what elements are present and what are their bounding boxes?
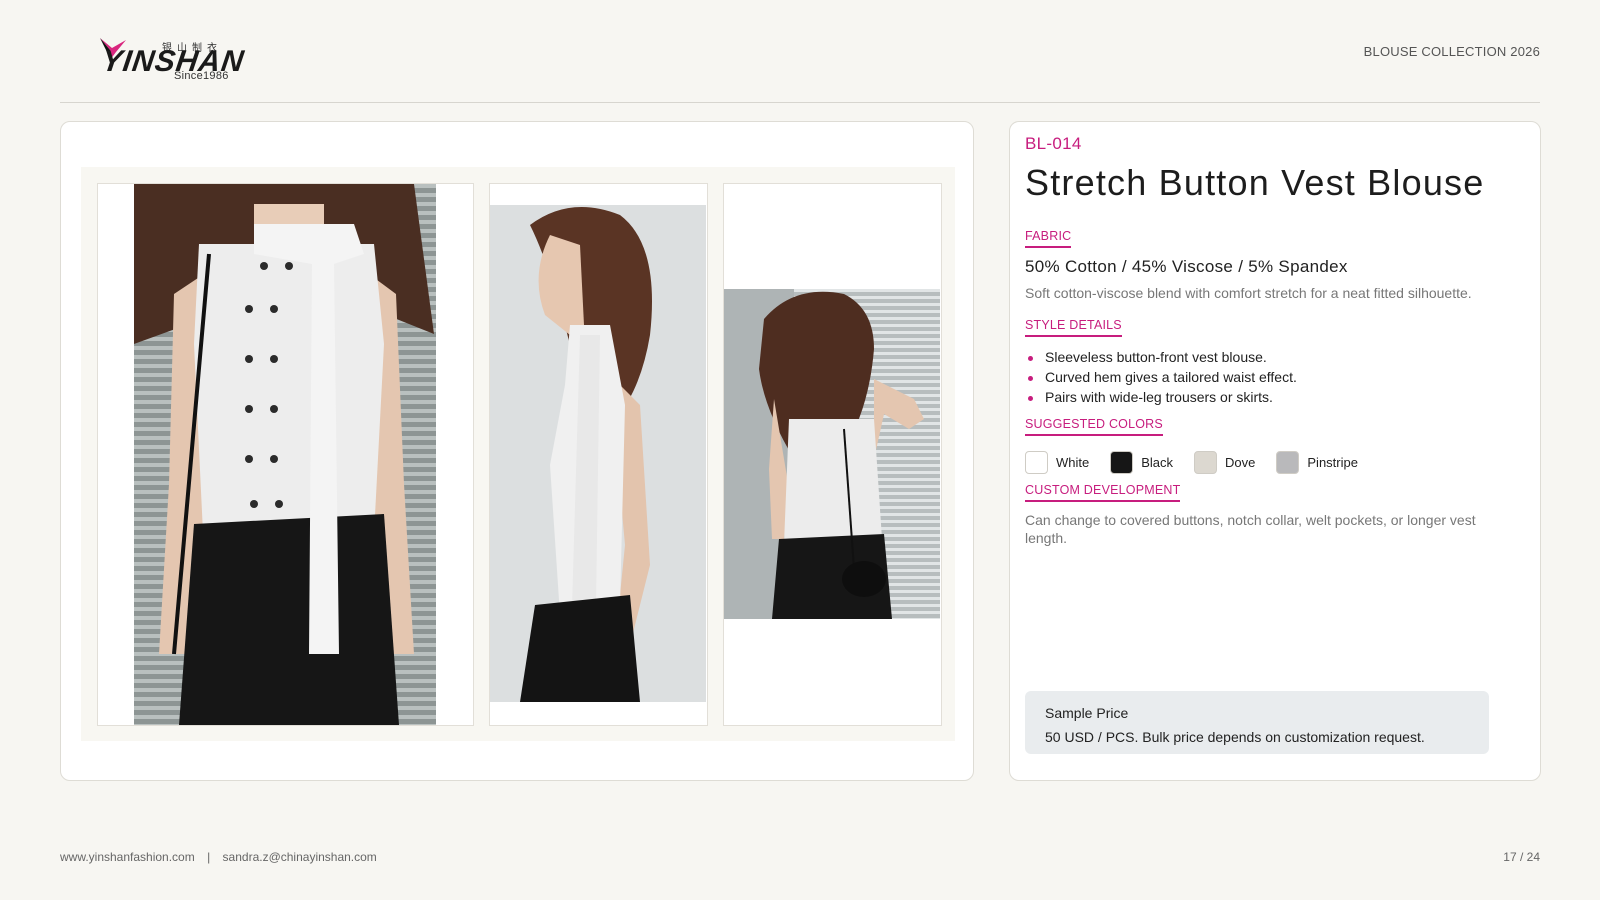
color-option-pinstripe[interactable]: Pinstripe (1276, 451, 1358, 474)
product-title: Stretch Button Vest Blouse (1025, 162, 1485, 203)
list-item: Curved hem gives a tailored waist effect… (1025, 367, 1297, 387)
color-swatch (1194, 451, 1218, 474)
price-value: 50 USD / PCS. Bulk price depends on cust… (1045, 729, 1425, 745)
product-photo-front (134, 184, 436, 725)
photo-strip (81, 167, 955, 741)
suggested-colors-label: SUGGESTED COLORS (1025, 417, 1163, 436)
brand-logo: 银山制衣 YINSHAN Since1986 (98, 36, 246, 86)
list-item: Pairs with wide-leg trousers or skirts. (1025, 387, 1297, 407)
color-swatch (1276, 451, 1300, 474)
logo-since-text: Since1986 (174, 70, 229, 82)
color-name: White (1056, 455, 1090, 470)
photo-frame-front[interactable] (97, 183, 474, 726)
sample-price-box: Sample Price 50 USD / PCS. Bulk price de… (1025, 691, 1489, 754)
list-item: Sleeveless button-front vest blouse. (1025, 347, 1297, 367)
details-panel: BL-014 Stretch Button Vest Blouse FABRIC… (1009, 121, 1541, 781)
color-name: Pinstripe (1307, 455, 1358, 470)
price-label: Sample Price (1045, 705, 1129, 721)
color-option-black[interactable]: Black (1110, 451, 1173, 474)
product-code: BL-014 (1025, 134, 1082, 153)
custom-development-description: Can change to covered buttons, notch col… (1025, 512, 1476, 546)
product-photo-back (724, 289, 940, 619)
color-swatches: White Black Dove Pinstripe (1025, 451, 1379, 474)
color-name: Dove (1225, 455, 1256, 470)
collection-title: BLOUSE COLLECTION 2026 (1363, 44, 1540, 59)
product-photo-side (490, 205, 706, 702)
color-swatch (1110, 451, 1134, 474)
color-option-white[interactable]: White (1025, 451, 1089, 474)
color-option-dove[interactable]: Dove (1194, 451, 1255, 474)
website-link[interactable]: www.yinshanfashion.com (60, 850, 195, 864)
image-panel (60, 121, 974, 781)
footer-contact: www.yinshanfashion.com | sandra.z@chinay… (60, 850, 377, 864)
style-details-list: Sleeveless button-front vest blouse. Cur… (1025, 347, 1297, 407)
custom-development-label: CUSTOM DEVELOPMENT (1025, 483, 1181, 502)
footer-separator: | (207, 850, 211, 864)
photo-frame-back[interactable] (723, 183, 942, 726)
style-details-label: STYLE DETAILS (1025, 318, 1122, 337)
fabric-value: 50% Cotton / 45% Viscose / 5% Spandex (1025, 257, 1348, 276)
fabric-description: Soft cotton-viscose blend with comfort s… (1025, 285, 1472, 301)
header-divider (60, 102, 1540, 103)
fabric-label: FABRIC (1025, 229, 1072, 248)
page-number: 17 / 24 (1503, 850, 1540, 864)
color-swatch (1025, 451, 1048, 474)
photo-frame-side[interactable] (489, 183, 708, 726)
email-link[interactable]: sandra.z@chinayinshan.com (223, 850, 377, 864)
color-name: Black (1141, 455, 1174, 470)
